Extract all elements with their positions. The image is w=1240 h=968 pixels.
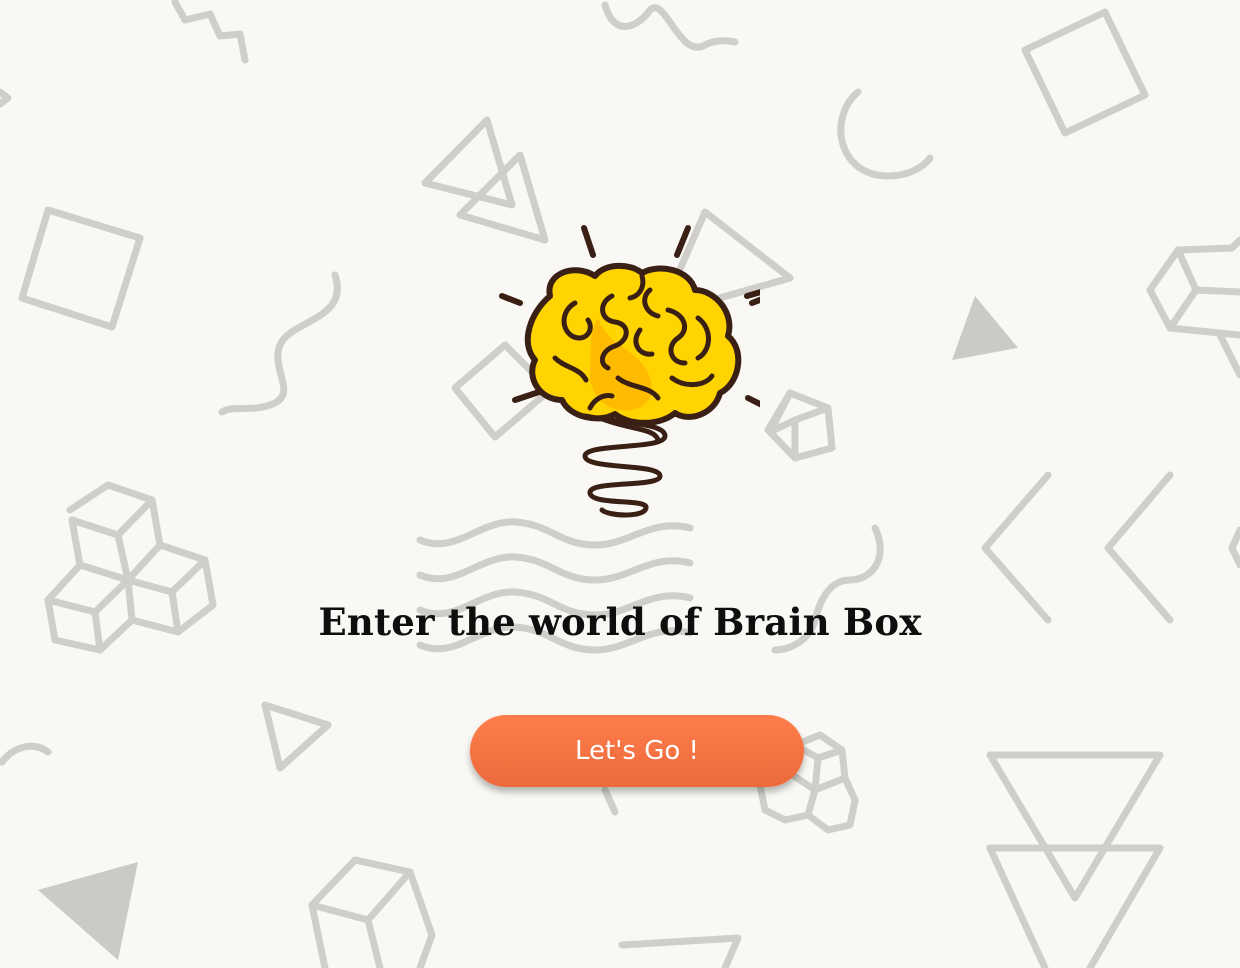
brain-lightbulb-icon xyxy=(499,225,760,518)
lets-go-button[interactable]: Let's Go ! xyxy=(470,715,804,787)
welcome-screen: Enter the world of Brain Box Let's Go ! xyxy=(0,0,1240,968)
welcome-headline: Enter the world of Brain Box xyxy=(318,600,922,644)
